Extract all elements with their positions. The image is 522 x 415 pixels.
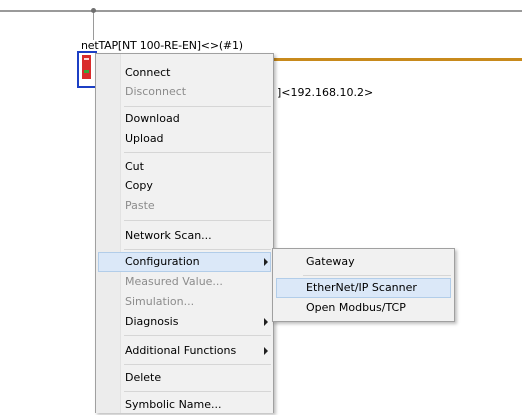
menu-item-label: Measured Value...	[125, 275, 223, 288]
menu-item-label: Disconnect	[125, 85, 187, 98]
bus-connection-point	[91, 8, 96, 13]
network-bus-line	[0, 10, 522, 12]
device-ip-label: ]<192.168.10.2>	[277, 86, 374, 99]
menu-item-label: Network Scan...	[125, 229, 212, 242]
menu-item-cut[interactable]: Cut	[98, 157, 271, 177]
menu-item-network-scan[interactable]: Network Scan...	[98, 226, 271, 246]
device-title: netTAP[NT 100-RE-EN]<>(#1)	[81, 39, 243, 52]
menu-item-label: Configuration	[125, 255, 200, 268]
menu-separator	[124, 106, 271, 107]
menu-item-disconnect[interactable]: Disconnect	[98, 82, 271, 102]
menu-item-symbolic-name[interactable]: Symbolic Name...	[98, 395, 271, 415]
submenu-item-label: Open Modbus/TCP	[306, 301, 406, 314]
menu-item-label: Delete	[125, 371, 162, 384]
context-menu: Connect Disconnect Download Upload Cut C…	[95, 53, 274, 413]
menu-item-delete[interactable]: Delete	[98, 368, 271, 388]
menu-item-configuration[interactable]: Configuration	[98, 252, 271, 272]
menu-item-copy[interactable]: Copy	[98, 176, 271, 196]
netTAP-device-icon	[82, 55, 91, 79]
menu-separator	[124, 249, 271, 250]
submenu-item-label: Gateway	[306, 255, 355, 268]
menu-item-label: Download	[125, 112, 180, 125]
menu-item-upload[interactable]: Upload	[98, 129, 271, 149]
menu-item-label: Upload	[125, 132, 164, 145]
menu-item-label: Diagnosis	[125, 315, 179, 328]
menu-item-label: Connect	[125, 66, 171, 79]
menu-item-label: Paste	[125, 199, 155, 212]
bus-drop-line	[93, 10, 94, 40]
submenu-item-label: EtherNet/IP Scanner	[306, 281, 417, 294]
network-view-canvas[interactable]: netTAP[NT 100-RE-EN]<>(#1) ]<192.168.10.…	[0, 0, 522, 413]
menu-item-label: Cut	[125, 160, 144, 173]
menu-separator	[124, 364, 271, 365]
menu-item-simulation[interactable]: Simulation...	[98, 292, 271, 312]
menu-item-label: Simulation...	[125, 295, 195, 308]
submenu-item-ethernet-ip-scanner[interactable]: EtherNet/IP Scanner	[276, 278, 451, 298]
device-connection-line	[270, 58, 522, 61]
menu-item-label: Symbolic Name...	[125, 398, 222, 411]
submenu-arrow-icon	[264, 258, 268, 266]
submenu-arrow-icon	[264, 347, 268, 355]
submenu-item-gateway[interactable]: Gateway	[276, 252, 451, 272]
menu-item-diagnosis[interactable]: Diagnosis	[98, 312, 271, 332]
menu-item-measured-value[interactable]: Measured Value...	[98, 272, 271, 292]
menu-item-paste[interactable]: Paste	[98, 196, 271, 216]
menu-item-download[interactable]: Download	[98, 109, 271, 129]
submenu-item-open-modbus-tcp[interactable]: Open Modbus/TCP	[276, 298, 451, 318]
menu-separator	[124, 335, 271, 336]
menu-separator	[124, 391, 271, 392]
menu-item-additional-functions[interactable]: Additional Functions	[98, 341, 271, 361]
menu-item-label: Copy	[125, 179, 153, 192]
menu-item-connect[interactable]: Connect	[98, 63, 271, 83]
configuration-submenu: Gateway EtherNet/IP Scanner Open Modbus/…	[272, 248, 455, 322]
menu-separator	[124, 220, 271, 221]
submenu-arrow-icon	[264, 318, 268, 326]
menu-separator	[124, 152, 271, 153]
menu-item-label: Additional Functions	[125, 344, 237, 357]
menu-separator	[303, 275, 451, 276]
device-node[interactable]	[77, 51, 97, 88]
